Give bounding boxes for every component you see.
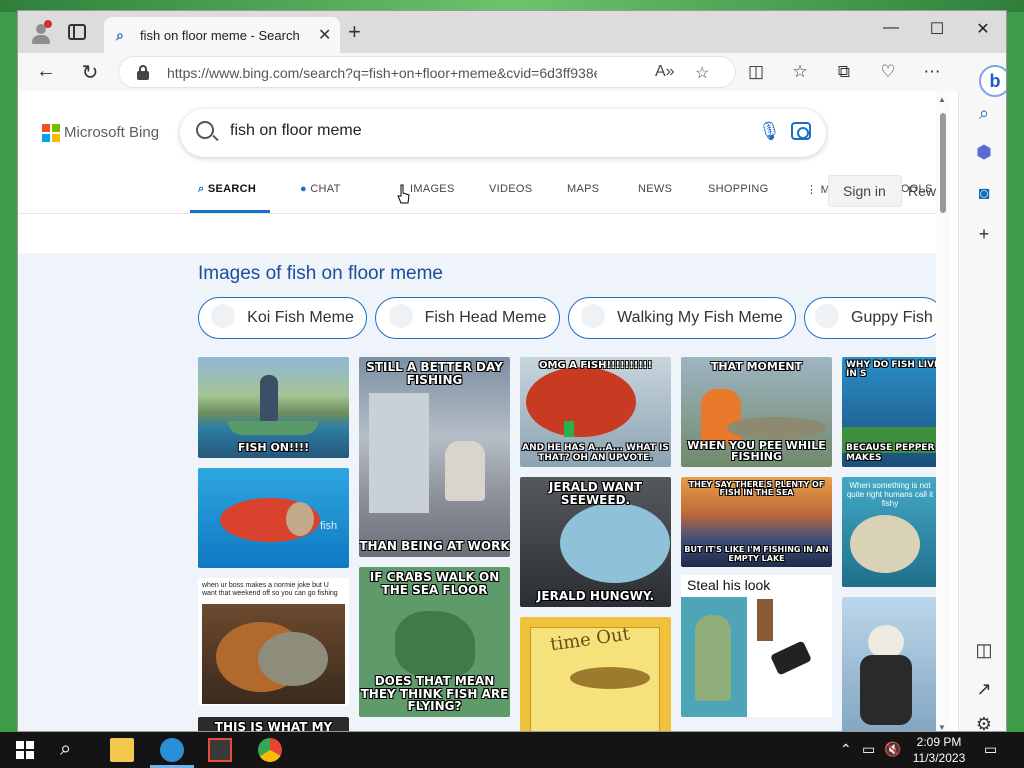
- chat-icon: ●: [300, 183, 307, 195]
- back-button[interactable]: ←: [34, 60, 58, 83]
- search-icon: ⌕: [198, 183, 205, 195]
- related-chip[interactable]: Fish Head Meme: [375, 297, 560, 339]
- mouse-pointer-icon: [397, 184, 410, 204]
- microsoft-logo-icon[interactable]: [42, 124, 60, 142]
- tab-shopping[interactable]: SHOPPING: [708, 183, 768, 195]
- tab-images[interactable]: IMAGES: [410, 183, 455, 195]
- tab-title: fish on floor meme - Search: [140, 28, 300, 43]
- title-bar: ⌕ fish on floor meme - Search ✕ + — ☐ ✕: [18, 11, 1006, 53]
- refresh-button[interactable]: ↻: [78, 60, 102, 85]
- add-sidebar-app-icon[interactable]: +: [972, 224, 996, 245]
- minimize-button[interactable]: —: [876, 19, 906, 37]
- image-result-tile[interactable]: IF CRABS WALK ON THE SEA FLOOR DOES THAT…: [359, 567, 510, 717]
- tab-search[interactable]: ⌕ SEARCH: [198, 183, 256, 196]
- image-result-tile[interactable]: time Out: [520, 617, 671, 731]
- read-aloud-icon[interactable]: A»: [655, 63, 675, 81]
- image-result-tile[interactable]: THEY SAY THERE'S PLENTY OF FISH IN THE S…: [681, 477, 832, 567]
- lock-icon: [137, 65, 149, 80]
- file-explorer-icon[interactable]: [110, 738, 134, 762]
- taskbar-clock[interactable]: 2:09 PM 11/3/2023: [906, 734, 972, 766]
- search-input[interactable]: fish on floor meme: [230, 122, 362, 140]
- scroll-down-icon[interactable]: ▼: [938, 723, 946, 731]
- sign-in-button[interactable]: Sign in: [828, 175, 902, 207]
- image-result-tile[interactable]: JERALD WANT SEEWEED. JERALD HUNGWY.: [520, 477, 671, 607]
- chip-thumbnail: [211, 304, 236, 328]
- search-icon[interactable]: ⌕: [60, 738, 84, 762]
- tab-news[interactable]: NEWS: [638, 183, 672, 195]
- microphone-icon[interactable]: 🎙: [758, 121, 781, 142]
- close-tab-icon[interactable]: ✕: [318, 25, 331, 45]
- scrollbar-thumb[interactable]: [940, 113, 946, 213]
- windows-start-icon[interactable]: [14, 738, 38, 762]
- search-icon[interactable]: [196, 121, 214, 139]
- image-result-tile[interactable]: when ur boss makes a normie joke but U w…: [198, 578, 349, 706]
- maximize-button[interactable]: ☐: [922, 19, 952, 39]
- windows-taskbar: ⌕ ⌃ ▭ 🔇 2:09 PM 11/3/2023 ▭: [0, 732, 1024, 768]
- url-text: https://www.bing.com/search?q=fish+on+fl…: [167, 65, 597, 81]
- address-bar[interactable]: https://www.bing.com/search?q=fish+on+fl…: [118, 56, 736, 88]
- chip-thumbnail: [388, 304, 413, 328]
- search-box[interactable]: fish on floor meme 🎙: [180, 109, 826, 157]
- scroll-up-icon[interactable]: ▲: [938, 95, 946, 104]
- rewards-link[interactable]: Rew: [908, 183, 936, 199]
- visual-search-icon[interactable]: [791, 122, 811, 140]
- open-external-icon[interactable]: ↗: [972, 679, 996, 700]
- brand-name[interactable]: Microsoft Bing: [64, 124, 159, 141]
- browser-window: ⌕ fish on floor meme - Search ✕ + — ☐ ✕ …: [17, 10, 1007, 732]
- image-result-tile[interactable]: OMG A FISH!!!!!!!!!! AND HE HAS A...A...…: [520, 357, 671, 467]
- tab-chat[interactable]: ● CHAT: [300, 183, 341, 195]
- image-results-section: Images of fish on floor meme Koi Fish Me…: [18, 253, 938, 731]
- image-result-tile[interactable]: THAT MOMENT WHEN YOU PEE WHILE FISHING: [681, 357, 832, 467]
- volume-icon[interactable]: 🔇: [884, 741, 901, 758]
- profile-icon[interactable]: [30, 20, 52, 44]
- more-menu-icon[interactable]: ⋯: [920, 62, 944, 82]
- search-icon[interactable]: ⌕: [972, 103, 996, 124]
- new-tab-button[interactable]: +: [348, 21, 361, 43]
- chip-thumbnail: [581, 304, 606, 328]
- image-result-tile[interactable]: fish: [198, 468, 349, 568]
- tab-videos[interactable]: VIDEOS: [489, 183, 532, 195]
- close-window-button[interactable]: ✕: [968, 19, 998, 39]
- edge-browser-icon[interactable]: [160, 738, 184, 762]
- settings-gear-icon[interactable]: ⚙: [972, 714, 996, 731]
- related-chip[interactable]: Guppy Fish I: [804, 297, 938, 339]
- page-scrollbar[interactable]: ▲ ▼: [936, 91, 950, 731]
- network-icon[interactable]: ▭: [862, 741, 875, 758]
- clock-date: 11/3/2023: [912, 751, 966, 765]
- image-result-tile[interactable]: Steal his look: [681, 575, 832, 717]
- chip-thumbnail: [815, 304, 839, 328]
- copilot-icon[interactable]: ⬢: [972, 142, 996, 163]
- extensions-icon[interactable]: ♡: [876, 62, 900, 82]
- scope-nav: ⌕ SEARCH ● CHAT IMAGES VIDEOS MAPS NEWS …: [190, 183, 938, 213]
- sidebar-layout-icon[interactable]: ◫: [972, 640, 996, 661]
- collections-icon[interactable]: ⧉: [832, 62, 856, 82]
- image-result-tile[interactable]: THIS IS WHAT MY FISH: [198, 717, 349, 731]
- image-result-tile[interactable]: [842, 597, 938, 731]
- images-heading[interactable]: Images of fish on floor meme: [198, 263, 443, 285]
- image-result-tile[interactable]: When something is not quite right humans…: [842, 477, 938, 587]
- notifications-icon[interactable]: ▭: [984, 741, 997, 758]
- bing-chat-icon[interactable]: b: [979, 65, 1006, 97]
- search-icon: ⌕: [116, 27, 124, 43]
- image-result-tile[interactable]: WHY DO FISH LIVE IN S BECAUSE PEPPER MAK…: [842, 357, 938, 467]
- outlook-icon[interactable]: ◙: [972, 183, 996, 204]
- browser-tab[interactable]: ⌕ fish on floor meme - Search ✕: [104, 17, 340, 53]
- tab-actions-icon[interactable]: [68, 24, 86, 40]
- related-chip[interactable]: Koi Fish Meme: [198, 297, 367, 339]
- favorites-icon[interactable]: ☆: [788, 62, 812, 82]
- bing-results-page: Microsoft Bing fish on floor meme 🎙 ⌕ SE…: [18, 91, 938, 731]
- more-dots-icon: ⋮: [806, 184, 818, 196]
- show-hidden-icons[interactable]: ⌃: [840, 741, 852, 758]
- chrome-icon[interactable]: [258, 738, 282, 762]
- image-result-tile[interactable]: FISH ON!!!!: [198, 357, 349, 458]
- browser-toolbar: ← ↻ https://www.bing.com/search?q=fish+o…: [18, 53, 1006, 91]
- split-screen-icon[interactable]: ◫: [744, 62, 768, 82]
- favorite-star-icon[interactable]: ☆: [695, 63, 709, 83]
- tab-maps[interactable]: MAPS: [567, 183, 599, 195]
- clock-time: 2:09 PM: [916, 735, 962, 749]
- store-icon[interactable]: [208, 738, 232, 762]
- related-chip[interactable]: Walking My Fish Meme: [568, 297, 796, 339]
- header-divider: [18, 213, 938, 214]
- image-result-tile[interactable]: STILL A BETTER DAY FISHING THAN BEING AT…: [359, 357, 510, 557]
